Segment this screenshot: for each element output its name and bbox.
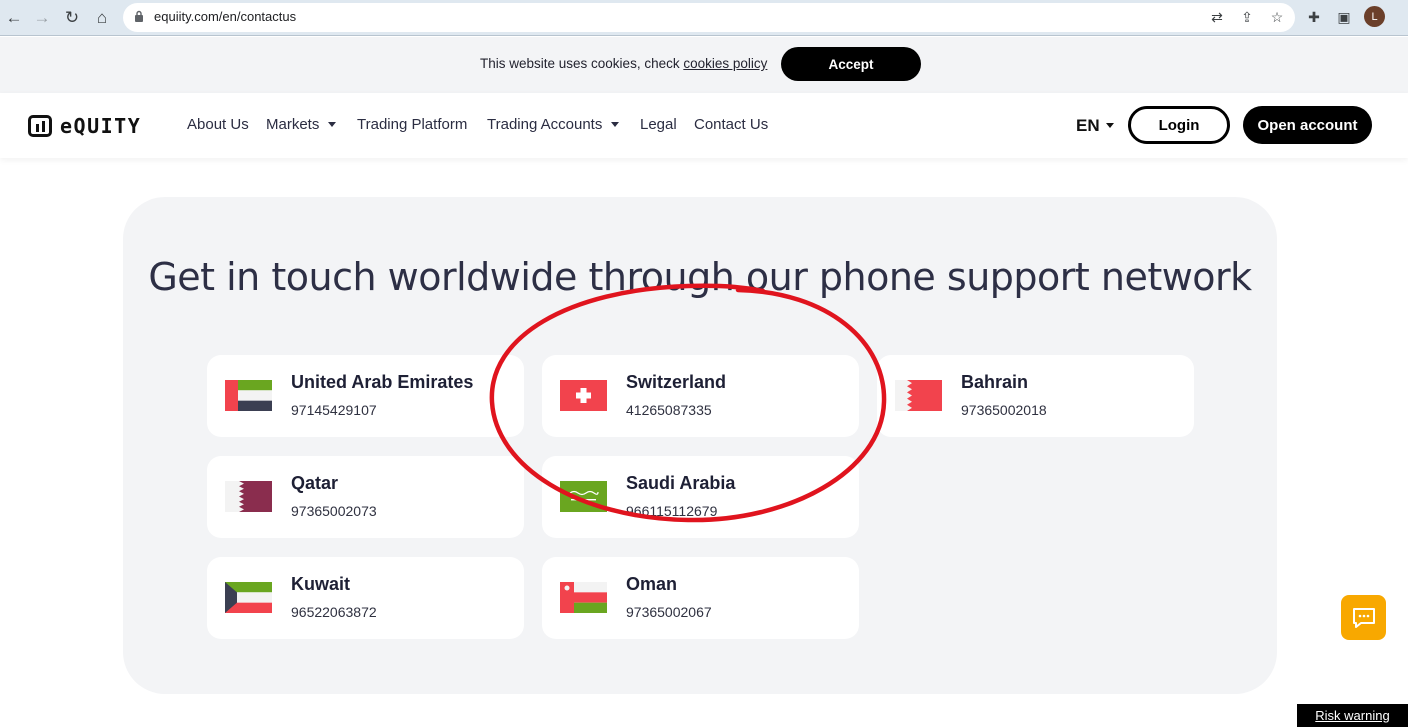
back-icon[interactable]: ← [3, 7, 25, 29]
contact-card-oman: Oman 97365002067 [542, 557, 859, 639]
chevron-down-icon [611, 121, 620, 127]
phone-number[interactable]: 41265087335 [626, 402, 712, 418]
profile-avatar[interactable]: L [1364, 6, 1385, 27]
phone-number[interactable]: 97365002067 [626, 604, 712, 620]
phone-number[interactable]: 966115112679 [626, 503, 717, 519]
page-title: Get in touch worldwide through our phone… [148, 255, 1252, 299]
contact-card-kuwait: Kuwait 96522063872 [207, 557, 524, 639]
logo-text: eQUITY [60, 114, 142, 138]
url-text[interactable]: equiity.com/en/contactus [154, 9, 296, 24]
country-name: United Arab Emirates [291, 372, 474, 392]
nav-about-us[interactable]: About Us [187, 116, 249, 133]
contact-card-bahrain: Bahrain 97365002018 [877, 355, 1194, 437]
country-name: Switzerland [626, 372, 727, 392]
chevron-down-icon [1105, 123, 1114, 129]
share-icon[interactable]: ⇪ [1237, 7, 1257, 27]
cookie-banner: This website uses cookies, check cookies… [0, 37, 1408, 93]
live-chat-button[interactable] [1341, 595, 1386, 640]
cookies-policy-link[interactable]: cookies policy [683, 56, 767, 71]
bahrain-flag-icon [895, 380, 942, 411]
nav-contact-us[interactable]: Contact Us [694, 116, 768, 133]
country-name: Qatar [291, 473, 339, 493]
kuwait-flag-icon [225, 582, 272, 613]
nav-legal[interactable]: Legal [640, 116, 677, 133]
uae-flag-icon [225, 380, 272, 411]
reload-icon[interactable]: ↻ [61, 7, 83, 29]
extensions-icon[interactable]: ✚ [1304, 7, 1324, 27]
nav-markets[interactable]: Markets [266, 116, 337, 133]
forward-icon[interactable]: → [31, 7, 53, 29]
contact-card-switzerland: Switzerland 41265087335 [542, 355, 859, 437]
switzerland-flag-icon [560, 380, 607, 411]
contact-card-qatar: Qatar 97365002073 [207, 456, 524, 538]
risk-warning-link[interactable]: Risk warning [1297, 704, 1408, 727]
contact-card-saudi-arabia: Saudi Arabia 966115112679 [542, 456, 859, 538]
login-button[interactable]: Login [1128, 106, 1230, 144]
chevron-down-icon [328, 121, 337, 127]
country-name: Oman [626, 574, 678, 594]
oman-flag-icon [560, 582, 607, 613]
chat-icon [1352, 607, 1375, 628]
equity-logo[interactable]: eQUITY [28, 114, 141, 138]
phone-number[interactable]: 97145429107 [291, 402, 377, 418]
qatar-flag-icon [225, 481, 272, 512]
lock-icon [135, 10, 143, 22]
open-account-button[interactable]: Open account [1243, 106, 1372, 144]
cookie-text: This website uses cookies, check [480, 56, 684, 71]
translate-icon[interactable]: ⇄ [1207, 7, 1227, 27]
contact-card-uae: United Arab Emirates 97145429107 [207, 355, 524, 437]
accept-cookies-button[interactable]: Accept [781, 47, 921, 81]
country-name: Saudi Arabia [626, 473, 736, 493]
phone-number[interactable]: 96522063872 [291, 604, 377, 620]
country-name: Kuwait [291, 574, 351, 594]
browser-toolbar: ← → ↻ ⌂ equiity.com/en/contactus ⇄ ⇪ ☆ ✚… [0, 0, 1408, 36]
phone-number[interactable]: 97365002073 [291, 503, 377, 519]
cookie-message: This website uses cookies, check cookies… [480, 56, 767, 71]
nav-trading-accounts[interactable]: Trading Accounts [487, 116, 620, 133]
address-bar[interactable] [123, 3, 1295, 32]
saudi-arabia-flag-icon [560, 481, 607, 512]
country-name: Bahrain [961, 372, 1029, 392]
logo-mark-icon [28, 115, 52, 137]
star-icon[interactable]: ☆ [1267, 7, 1287, 27]
sidepanel-icon[interactable]: ▣ [1334, 7, 1354, 27]
home-icon[interactable]: ⌂ [91, 7, 113, 29]
language-selector[interactable]: EN [1076, 116, 1114, 136]
phone-number[interactable]: 97365002018 [961, 402, 1047, 418]
nav-trading-platform[interactable]: Trading Platform [357, 116, 467, 133]
